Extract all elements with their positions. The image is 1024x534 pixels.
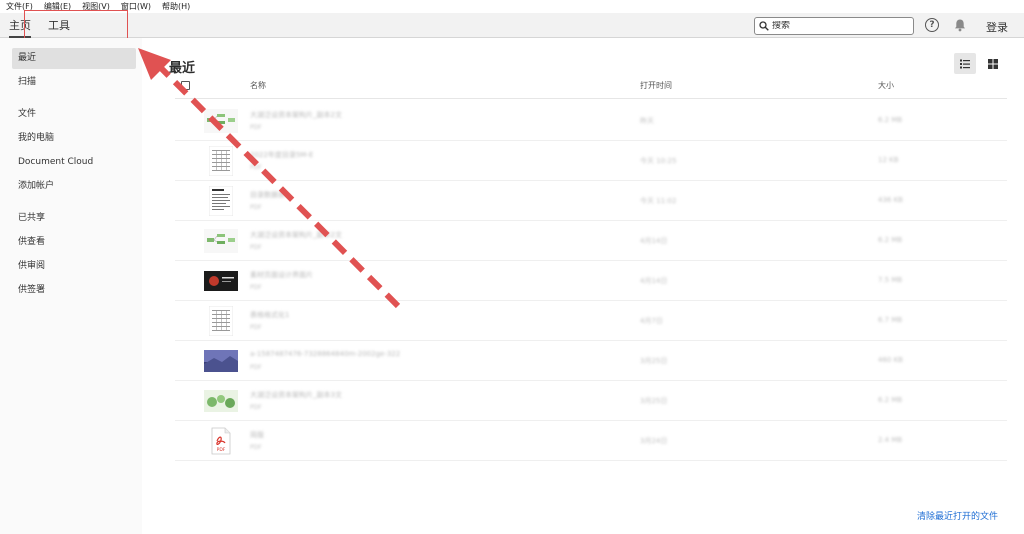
sidebar-item-scan[interactable]: 扫描	[12, 72, 136, 93]
file-name: 素材页面设计界面片	[250, 271, 313, 279]
sidebar-item-my-computer[interactable]: 我的电脑	[12, 128, 136, 149]
column-time-header[interactable]: 打开时间	[640, 80, 672, 91]
file-type: PDF	[250, 244, 262, 251]
file-thumbnail	[203, 145, 239, 177]
file-size: 7.5 MB	[878, 276, 903, 284]
file-name: 表格格式化1	[250, 311, 290, 319]
file-thumbnail	[203, 265, 239, 297]
file-type: PDF	[250, 404, 262, 411]
file-row[interactable]: a-1587487476-7328864840m-2002ge-322 PDF 3月…	[175, 341, 1007, 381]
file-thumbnail	[203, 185, 239, 217]
file-size: 436 KB	[878, 196, 903, 204]
file-thumbnail: PDF	[203, 425, 239, 457]
sidebar-item-files[interactable]: 文件	[12, 104, 136, 125]
notification-bell-icon[interactable]	[953, 18, 967, 32]
sidebar-item-shared[interactable]: 已共享	[12, 208, 136, 229]
list-view-icon	[960, 59, 970, 68]
file-type: PDF	[250, 364, 262, 371]
svg-text:PDF: PDF	[217, 447, 226, 453]
file-name: 简版	[250, 431, 264, 439]
file-thumbnail	[203, 105, 239, 137]
sidebar-item-for-sign[interactable]: 供签署	[12, 280, 136, 301]
file-open-time: 3月25日	[640, 357, 668, 365]
search-box[interactable]	[754, 17, 914, 35]
file-size: 6.2 MB	[878, 116, 903, 124]
file-open-time: 今天 10:25	[640, 157, 677, 165]
file-thumbnail	[203, 305, 239, 337]
sidebar: 最近 扫描 文件 我的电脑 Document Cloud 添加帐户 已共享 供查…	[0, 38, 142, 534]
main-panel: 最近 名称 打开时间 大小 大湖泛设资本架构片_副本2文 PDF 昨天 6.2 MB 2…	[142, 38, 1024, 534]
file-name: 大湖泛设资本架构片_副本2文	[250, 111, 342, 119]
menu-help[interactable]: 帮助(H)	[162, 0, 190, 13]
file-name: a-1587487476-7328864840m-2002ge-322	[250, 350, 401, 358]
file-open-time: 今天 11:02	[640, 197, 677, 205]
file-name: 目录数据表	[250, 191, 285, 199]
file-open-time: 4月14日	[640, 237, 668, 245]
file-type: PDF	[250, 124, 262, 131]
file-row[interactable]: 表格格式化1 PDF 4月7日 6.7 MB	[175, 301, 1007, 341]
file-type: PDF	[250, 164, 262, 171]
file-thumbnail	[203, 345, 239, 377]
file-size: 6.2 MB	[878, 396, 903, 404]
grid-view-icon	[988, 58, 998, 69]
file-name: 大湖泛设资本架构片_副本2文	[250, 231, 342, 239]
sidebar-item-for-view[interactable]: 供查看	[12, 232, 136, 253]
file-open-time: 昨天	[640, 117, 654, 125]
file-row[interactable]: 素材页面设计界面片 PDF 4月14日 7.5 MB	[175, 261, 1007, 301]
file-row[interactable]: 2022年度目录5M-E PDF 今天 10:25 12 KB	[175, 141, 1007, 181]
help-icon[interactable]: ?	[925, 18, 939, 32]
search-icon	[759, 21, 769, 31]
file-open-time: 4月7日	[640, 317, 663, 325]
file-table-header: 名称 打开时间 大小	[175, 77, 1007, 99]
sidebar-item-for-review[interactable]: 供审阅	[12, 256, 136, 277]
column-name-header[interactable]: 名称	[250, 80, 266, 91]
file-type: PDF	[250, 204, 262, 211]
clear-recent-files-link[interactable]: 清除最近打开的文件	[917, 509, 998, 522]
file-size: 12 KB	[878, 156, 899, 164]
sidebar-item-add-account[interactable]: 添加帐户	[12, 176, 136, 197]
file-open-time: 4月14日	[640, 277, 668, 285]
file-open-time: 3月24日	[640, 437, 668, 445]
file-type: PDF	[250, 444, 262, 451]
file-name: 2022年度目录5M-E	[250, 151, 314, 159]
file-row[interactable]: 大湖泛设资本架构片_副本3文 PDF 3月25日 6.2 MB	[175, 381, 1007, 421]
login-button[interactable]: 登录	[986, 19, 1008, 35]
file-thumbnail	[203, 385, 239, 417]
file-row[interactable]: 大湖泛设资本架构片_副本2文 PDF 4月14日 6.2 MB	[175, 221, 1007, 261]
file-type: PDF	[250, 284, 262, 291]
file-row[interactable]: 大湖泛设资本架构片_副本2文 PDF 昨天 6.2 MB	[175, 101, 1007, 141]
sidebar-item-recent[interactable]: 最近	[12, 48, 136, 69]
file-size: 6.2 MB	[878, 236, 903, 244]
sidebar-item-document-cloud[interactable]: Document Cloud	[12, 152, 136, 173]
select-all-checkbox[interactable]	[181, 81, 190, 90]
grid-view-button[interactable]	[982, 53, 1004, 74]
menu-bar: 文件(F) 编辑(E) 视图(V) 窗口(W) 帮助(H)	[0, 0, 1024, 13]
search-input[interactable]	[772, 21, 902, 31]
file-thumbnail	[203, 225, 239, 257]
column-size-header[interactable]: 大小	[878, 80, 894, 91]
file-name: 大湖泛设资本架构片_副本3文	[250, 391, 342, 399]
file-row[interactable]: 目录数据表 PDF 今天 11:02 436 KB	[175, 181, 1007, 221]
file-type: PDF	[250, 324, 262, 331]
file-size: 6.7 MB	[878, 316, 903, 324]
file-size: 2.4 MB	[878, 436, 903, 444]
file-row[interactable]: PDF 简版 PDF 3月24日 2.4 MB	[175, 421, 1007, 461]
file-open-time: 3月25日	[640, 397, 668, 405]
list-view-button[interactable]	[954, 53, 976, 74]
page-title: 最近	[169, 61, 196, 76]
file-size: 460 KB	[878, 356, 903, 364]
